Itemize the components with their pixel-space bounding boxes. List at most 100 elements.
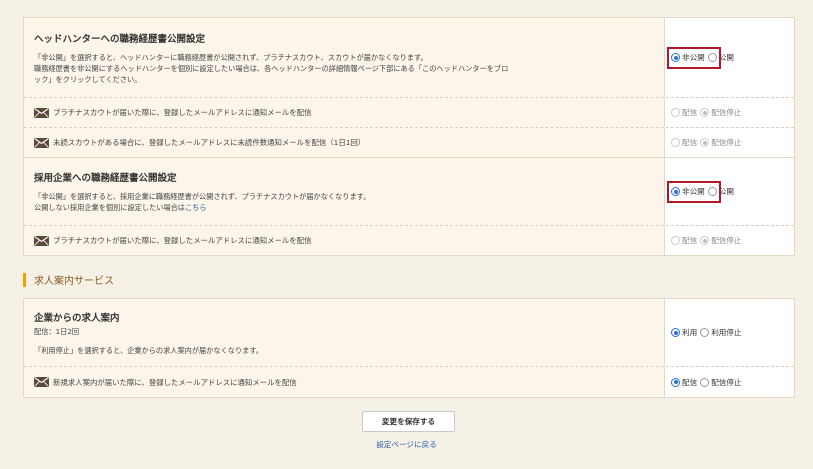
headhunter-private-option[interactable]: 非公開 — [671, 52, 705, 63]
deliver-label: 配信 — [682, 108, 698, 117]
company-platinum-mail-label-cell: プラチナスカウトが届いた際に、登録したメールアドレスに通知メールを配信 — [24, 226, 664, 255]
headhunter-private-label: 非公開 — [682, 53, 705, 62]
headhunter-platinum-deliver-radio[interactable] — [671, 108, 680, 117]
back-to-settings-link-text[interactable]: 設定ページに戻る — [376, 440, 437, 449]
job-offer-stop-label: 利用停止 — [711, 328, 742, 337]
headhunter-unread-stop-option[interactable]: 配信停止 — [700, 137, 742, 148]
headhunter-unread-stop-radio[interactable] — [700, 138, 710, 147]
new-job-mail-radio-group: 配信 配信停止 — [671, 377, 745, 388]
job-offer-row: 企業からの求人案内 配信：1日2回 「利用停止」を選択すると、企業からの求人案内… — [24, 299, 794, 367]
company-platinum-deliver-radio[interactable] — [671, 236, 680, 245]
headhunter-disclosure-radio-group: 非公開 公開 — [671, 52, 737, 63]
company-disclosure-desc-1: 「非公開」を選択すると、採用企業に職務経歴書が公開されず、プラチナスカウトが届か… — [34, 192, 371, 201]
headhunter-unread-deliver-option[interactable]: 配信 — [671, 137, 697, 148]
headhunter-platinum-mail-label-cell: プラチナスカウトが届いた際に、登録したメールアドレスに通知メールを配信 — [24, 98, 664, 127]
headhunter-unread-mail-label-cell: 未読スカウトがある場合に、登録したメールアドレスに未読件数通知メールを配信（1日… — [24, 128, 664, 157]
stop-label: 配信停止 — [711, 108, 742, 117]
stop-label: 配信停止 — [711, 236, 742, 245]
headhunter-disclosure-desc-3: ック」をクリックしてください。 — [34, 74, 142, 84]
company-public-label: 公開 — [718, 187, 734, 196]
company-public-radio[interactable] — [707, 187, 717, 196]
stop-label: 配信停止 — [711, 138, 742, 147]
company-platinum-mail-options: 配信 配信停止 — [664, 226, 794, 255]
new-job-mail-text: 新規求人案内が届いた際に、登録したメールアドレスに通知メールを配信 — [53, 377, 297, 387]
headhunter-unread-mail-line: 未読スカウトがある場合に、登録したメールアドレスに未読件数通知メールを配信（1日… — [34, 137, 654, 148]
company-public-option[interactable]: 公開 — [707, 186, 734, 197]
company-disclosure-desc-2: 公開しない採用企業を個別に設定したい場合は — [34, 203, 185, 212]
company-platinum-mail-text: プラチナスカウトが届いた際に、登録したメールアドレスに通知メールを配信 — [53, 236, 312, 245]
headhunter-disclosure-description: ヘッドハンターへの職務経歴書公開設定 「非公開」を選択すると、ヘッドハンターに職… — [24, 18, 664, 97]
job-offer-use-radio[interactable] — [671, 328, 680, 337]
job-offer-description: 企業からの求人案内 配信：1日2回 「利用停止」を選択すると、企業からの求人案内… — [24, 299, 664, 366]
job-offer-use-label: 利用 — [682, 328, 698, 337]
back-to-settings-link: 設定ページに戻る — [0, 439, 813, 450]
headhunter-platinum-mail-line: プラチナスカウトが届いた際に、登録したメールアドレスに通知メールを配信 — [34, 107, 654, 118]
new-job-stop-option[interactable]: 配信停止 — [700, 377, 742, 388]
job-offer-frequency: 配信：1日2回 — [34, 326, 80, 336]
new-job-stop-radio[interactable] — [700, 377, 710, 387]
mail-icon — [34, 235, 49, 246]
new-job-mail-label-cell: 新規求人案内が届いた際に、登録したメールアドレスに通知メールを配信 — [24, 367, 664, 397]
company-disclosure-radio-group: 非公開 公開 — [671, 186, 737, 197]
job-offer-radio-group: 利用 利用停止 — [671, 327, 745, 338]
mail-icon — [34, 137, 49, 148]
headhunter-unread-mail-row: 未読スカウトがある場合に、登録したメールアドレスに未読件数通知メールを配信（1日… — [24, 128, 794, 158]
company-disclosure-description: 採用企業への職務経歴書公開設定 「非公開」を選択すると、採用企業に職務経歴書が公… — [24, 158, 664, 225]
headhunter-disclosure-options: 非公開 公開 — [664, 18, 794, 97]
headhunter-public-label: 公開 — [718, 53, 734, 62]
job-service-panel: 企業からの求人案内 配信：1日2回 「利用停止」を選択すると、企業からの求人案内… — [23, 298, 795, 398]
mail-icon — [34, 107, 49, 118]
company-private-radio[interactable] — [671, 187, 680, 196]
company-individual-settings-link[interactable]: こちら — [185, 203, 207, 212]
company-platinum-stop-option[interactable]: 配信停止 — [700, 235, 742, 246]
company-disclosure-title: 採用企業への職務経歴書公開設定 — [34, 173, 177, 184]
headhunter-public-option[interactable]: 公開 — [707, 52, 734, 63]
headhunter-platinum-mail-options: 配信 配信停止 — [664, 98, 794, 127]
headhunter-platinum-mail-row: プラチナスカウトが届いた際に、登録したメールアドレスに通知メールを配信 配信 配… — [24, 98, 794, 128]
headhunter-platinum-mail-text: プラチナスカウトが届いた際に、登録したメールアドレスに通知メールを配信 — [53, 108, 312, 117]
heading-accent-bar — [23, 272, 26, 287]
company-disclosure-desc-2-line: 公開しない採用企業を個別に設定したい場合はこちら — [34, 202, 654, 213]
new-job-deliver-option[interactable]: 配信 — [671, 377, 697, 388]
headhunter-private-radio[interactable] — [671, 53, 680, 62]
headhunter-disclosure-desc-2: 職務経歴書を非公開にするヘッドハンターを個別に設定したい場合は、各ヘッドハンター… — [34, 63, 509, 73]
headhunter-unread-mail-text: 未読スカウトがある場合に、登録したメールアドレスに未読件数通知メールを配信（1日… — [53, 138, 366, 147]
new-job-mail-options: 配信 配信停止 — [664, 367, 794, 397]
new-job-mail-row: 新規求人案内が届いた際に、登録したメールアドレスに通知メールを配信 配信 配信停… — [24, 367, 794, 397]
company-disclosure-options: 非公開 公開 — [664, 158, 794, 225]
headhunter-unread-mail-radio-group: 配信 配信停止 — [671, 137, 745, 148]
new-job-deliver-radio[interactable] — [671, 377, 680, 387]
job-service-heading: 求人案内サービス — [23, 272, 114, 287]
deliver-label: 配信 — [682, 377, 698, 387]
headhunter-platinum-deliver-option[interactable]: 配信 — [671, 107, 697, 118]
stop-label: 配信停止 — [711, 377, 742, 387]
job-service-heading-text: 求人案内サービス — [34, 276, 114, 287]
job-offer-use-option[interactable]: 利用 — [671, 327, 697, 338]
job-offer-title: 企業からの求人案内 — [34, 312, 120, 324]
headhunter-platinum-stop-option[interactable]: 配信停止 — [700, 107, 742, 118]
company-private-label: 非公開 — [682, 187, 705, 196]
headhunter-disclosure-row: ヘッドハンターへの職務経歴書公開設定 「非公開」を選択すると、ヘッドハンターに職… — [24, 18, 794, 98]
headhunter-unread-mail-options: 配信 配信停止 — [664, 128, 794, 157]
company-platinum-mail-row: プラチナスカウトが届いた際に、登録したメールアドレスに通知メールを配信 配信 配… — [24, 226, 794, 255]
headhunter-disclosure-desc-1: 「非公開」を選択すると、ヘッドハンターに職務経歴書が公開されず、プラチナスカウト… — [34, 52, 428, 62]
company-private-option[interactable]: 非公開 — [671, 186, 705, 197]
headhunter-unread-deliver-radio[interactable] — [671, 138, 680, 147]
company-platinum-mail-line: プラチナスカウトが届いた際に、登録したメールアドレスに通知メールを配信 — [34, 235, 654, 246]
job-offer-options: 利用 利用停止 — [664, 299, 794, 366]
headhunter-public-radio[interactable] — [707, 53, 717, 62]
deliver-label: 配信 — [682, 236, 698, 245]
company-platinum-deliver-option[interactable]: 配信 — [671, 235, 697, 246]
company-platinum-stop-radio[interactable] — [700, 236, 710, 245]
headhunter-platinum-mail-radio-group: 配信 配信停止 — [671, 107, 745, 118]
mail-icon — [34, 377, 49, 387]
company-disclosure-row: 採用企業への職務経歴書公開設定 「非公開」を選択すると、採用企業に職務経歴書が公… — [24, 158, 794, 226]
headhunter-platinum-stop-radio[interactable] — [700, 108, 710, 117]
job-offer-stop-option[interactable]: 利用停止 — [700, 327, 742, 338]
headhunter-settings-panel: ヘッドハンターへの職務経歴書公開設定 「非公開」を選択すると、ヘッドハンターに職… — [23, 17, 795, 256]
job-offer-desc: 「利用停止」を選択すると、企業からの求人案内が届かなくなります。 — [34, 345, 263, 355]
job-offer-stop-radio[interactable] — [700, 328, 710, 337]
save-changes-button[interactable]: 変更を保存する — [362, 411, 455, 432]
deliver-label: 配信 — [682, 138, 698, 147]
company-platinum-mail-radio-group: 配信 配信停止 — [671, 235, 745, 246]
